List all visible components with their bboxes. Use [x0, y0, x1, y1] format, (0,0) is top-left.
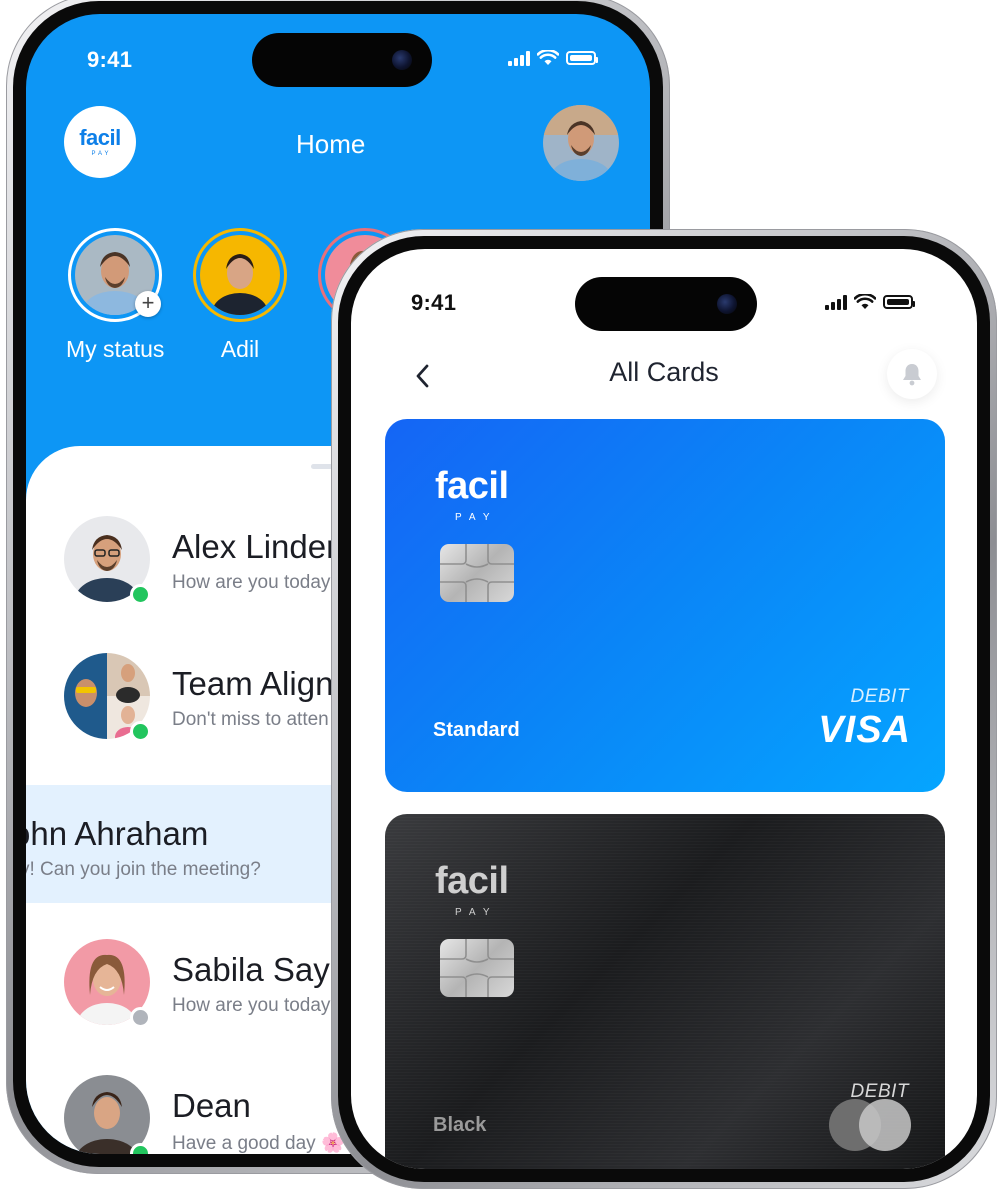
battery-icon: [883, 295, 915, 309]
battery-icon: [566, 51, 598, 65]
card-logo-sub: PAY: [455, 512, 498, 523]
cards-phone: 9:41 All Cards facil PAY Standard DEBIT …: [331, 229, 997, 1189]
card-tier: Standard: [433, 719, 520, 741]
mastercard-icon: [829, 1099, 911, 1151]
page-title: All Cards: [609, 357, 719, 387]
status-icons: [508, 50, 598, 66]
visa-logo: VISA: [818, 709, 911, 751]
online-status-dot: [130, 584, 151, 605]
chat-name: ohn Ahraham: [26, 815, 209, 852]
card-black[interactable]: facil PAY Black DEBIT: [385, 814, 945, 1169]
story-name: Adil: [220, 336, 260, 362]
chat-name: Alex Linder: [172, 528, 338, 565]
story-adil[interactable]: Adil: [191, 228, 289, 363]
online-status-dot: [130, 721, 151, 742]
wifi-icon: [537, 50, 559, 65]
status-time: 9:41: [411, 290, 457, 315]
page-title: Home: [296, 129, 366, 159]
bell-icon: [903, 364, 921, 386]
cards-screen: 9:41 All Cards facil PAY Standard DEBIT …: [351, 249, 977, 1169]
chat-name: Sabila Sayr: [172, 951, 341, 988]
offline-status-dot: [130, 1007, 151, 1028]
status-time: 9:41: [87, 47, 133, 72]
chat-message: Don't miss to atten: [172, 709, 329, 730]
chat-message: How are you today: [172, 995, 331, 1016]
chip-icon: [440, 939, 514, 997]
card-tier: Black: [433, 1114, 487, 1136]
card-logo-sub: PAY: [455, 907, 498, 918]
dynamic-island: [575, 277, 757, 331]
chat-message: How are you today: [172, 572, 331, 593]
card-logo-word: facil: [435, 465, 509, 507]
chat-message: Have a good day 🌸: [172, 1133, 345, 1154]
story-name: My status: [66, 336, 165, 362]
status-icons: [825, 294, 915, 310]
card-type: DEBIT: [850, 686, 909, 707]
online-status-dot: [130, 1143, 151, 1154]
story-ring: +: [68, 228, 162, 322]
chip-icon: [440, 544, 514, 602]
logo-sub: PAY: [91, 151, 112, 157]
chat-name: Team Align: [172, 665, 334, 702]
logo-word: facil: [79, 125, 121, 150]
story-my-status[interactable]: + My status: [66, 228, 164, 363]
story-ring: [193, 228, 287, 322]
avatar: [64, 1075, 150, 1154]
wifi-icon: [854, 294, 876, 309]
facil-pay-logo[interactable]: facil PAY: [64, 106, 136, 178]
dynamic-island: [252, 33, 432, 87]
chat-message: y! Can you join the meeting?: [26, 859, 261, 880]
card-standard[interactable]: facil PAY Standard DEBIT VISA: [385, 419, 945, 792]
chat-name: Dean: [172, 1087, 251, 1124]
profile-avatar[interactable]: [543, 105, 619, 181]
notifications-button[interactable]: [887, 349, 937, 399]
signal-icon: [825, 294, 847, 310]
add-status-icon[interactable]: +: [135, 291, 161, 317]
card-logo-word: facil: [435, 860, 509, 902]
signal-icon: [508, 50, 530, 66]
avatar: [200, 235, 280, 315]
